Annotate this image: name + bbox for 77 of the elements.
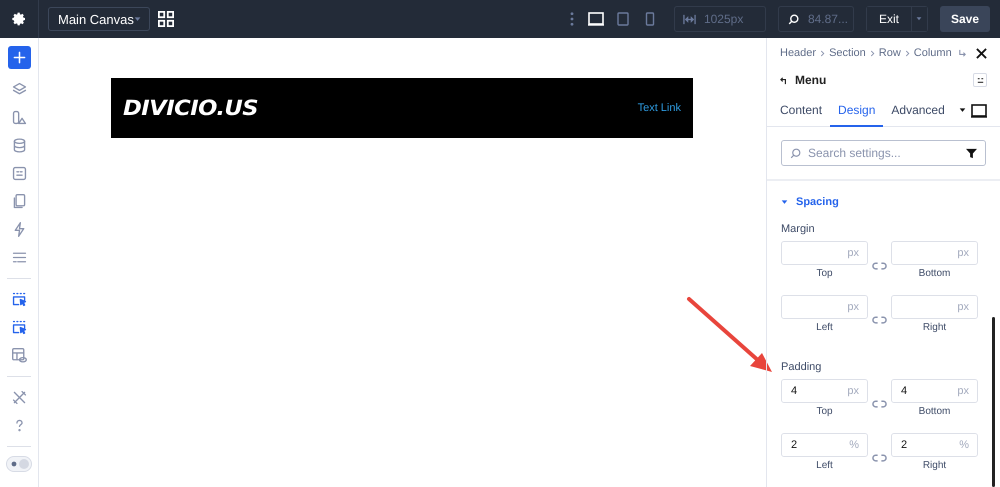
filter-icon[interactable] [966,148,977,159]
width-field[interactable]: 1025px [674,6,766,32]
field-label: Right [922,460,946,472]
pages-icon [10,193,28,210]
logo: DIVICIO.US [123,96,258,120]
unit-label: px [847,385,859,398]
cursor-frame-icon [10,291,28,308]
field-label: Right [922,322,946,334]
search-icon [790,148,801,159]
add-button[interactable] [8,46,30,69]
plus-icon [10,49,28,66]
field-label: Left [816,322,833,334]
dot-icon [10,460,18,468]
tablet-icon[interactable] [614,12,631,26]
breadcrumb-link[interactable]: Section [829,47,866,60]
canvas-select[interactable]: Main Canvas [48,7,150,31]
breadcrumb-link[interactable]: Column [914,47,952,60]
text-link[interactable]: Text Link [638,102,681,114]
settings-toggle-button[interactable] [973,73,987,88]
value-field[interactable]: 2 % [781,433,868,458]
layout-eye-icon [10,347,28,364]
link-icon[interactable] [872,315,887,326]
caret-icon[interactable] [959,108,966,114]
breadcrumb-link[interactable]: Row [878,47,901,60]
scrollbar[interactable] [992,317,995,487]
theme-toggle[interactable] [6,456,32,472]
tools-icon [10,389,28,406]
search-input[interactable]: Search settings... [806,145,966,162]
more-icon[interactable] [570,12,574,26]
group-label: Padding [781,361,822,374]
close-icon[interactable] [976,48,987,59]
field-label: Top [816,406,833,418]
width-icon [682,14,696,24]
group-label: Margin [781,223,816,236]
chevron-icon [870,50,875,57]
chevron-icon [904,50,910,57]
section-toggle[interactable]: Spacing [781,193,839,212]
unit-label: px [957,247,969,260]
zoom-field[interactable]: 84.87... [778,6,854,32]
settings-icon[interactable] [11,11,27,27]
unit-label: % [849,439,859,452]
field-label: Top [816,268,833,280]
unit-label: % [959,439,969,452]
tab[interactable]: Design [830,96,884,128]
unit-label: px [957,301,969,314]
cursor-frame-icon [10,319,28,336]
database-icon [10,137,28,154]
breadcrumb-link[interactable]: Header [780,47,816,60]
unit-label: px [957,385,969,398]
value-field[interactable]: 4 px [891,379,978,404]
tab[interactable]: Content [772,96,830,128]
link-icon[interactable] [872,399,887,410]
value-field[interactable]: 2 % [891,433,978,458]
link-icon[interactable] [872,453,887,464]
corner-arrow-icon [958,48,967,58]
chevron-icon [820,50,826,57]
module-icon [10,165,28,182]
shapes-icon [10,109,28,126]
sliders-icon [976,76,984,85]
desktop-icon[interactable] [971,104,987,118]
link-icon[interactable] [872,261,887,272]
field-label: Left [816,460,833,472]
back-icon[interactable] [780,76,789,85]
zoom-icon [786,14,800,24]
search-field[interactable]: Search settings... [781,140,986,166]
caret-icon [781,200,788,205]
tab[interactable]: Advanced [883,96,953,128]
element-title: Menu [795,73,826,88]
value-field[interactable]: 4 px [781,379,868,404]
grid-icon[interactable] [158,11,174,27]
caret-icon [134,16,141,22]
unit-label: px [847,301,859,314]
caret-icon [916,17,922,21]
field-label: Bottom [918,406,950,418]
save-button[interactable]: Save [940,6,990,32]
unit-label: px [847,247,859,260]
field-label: Bottom [918,268,950,280]
